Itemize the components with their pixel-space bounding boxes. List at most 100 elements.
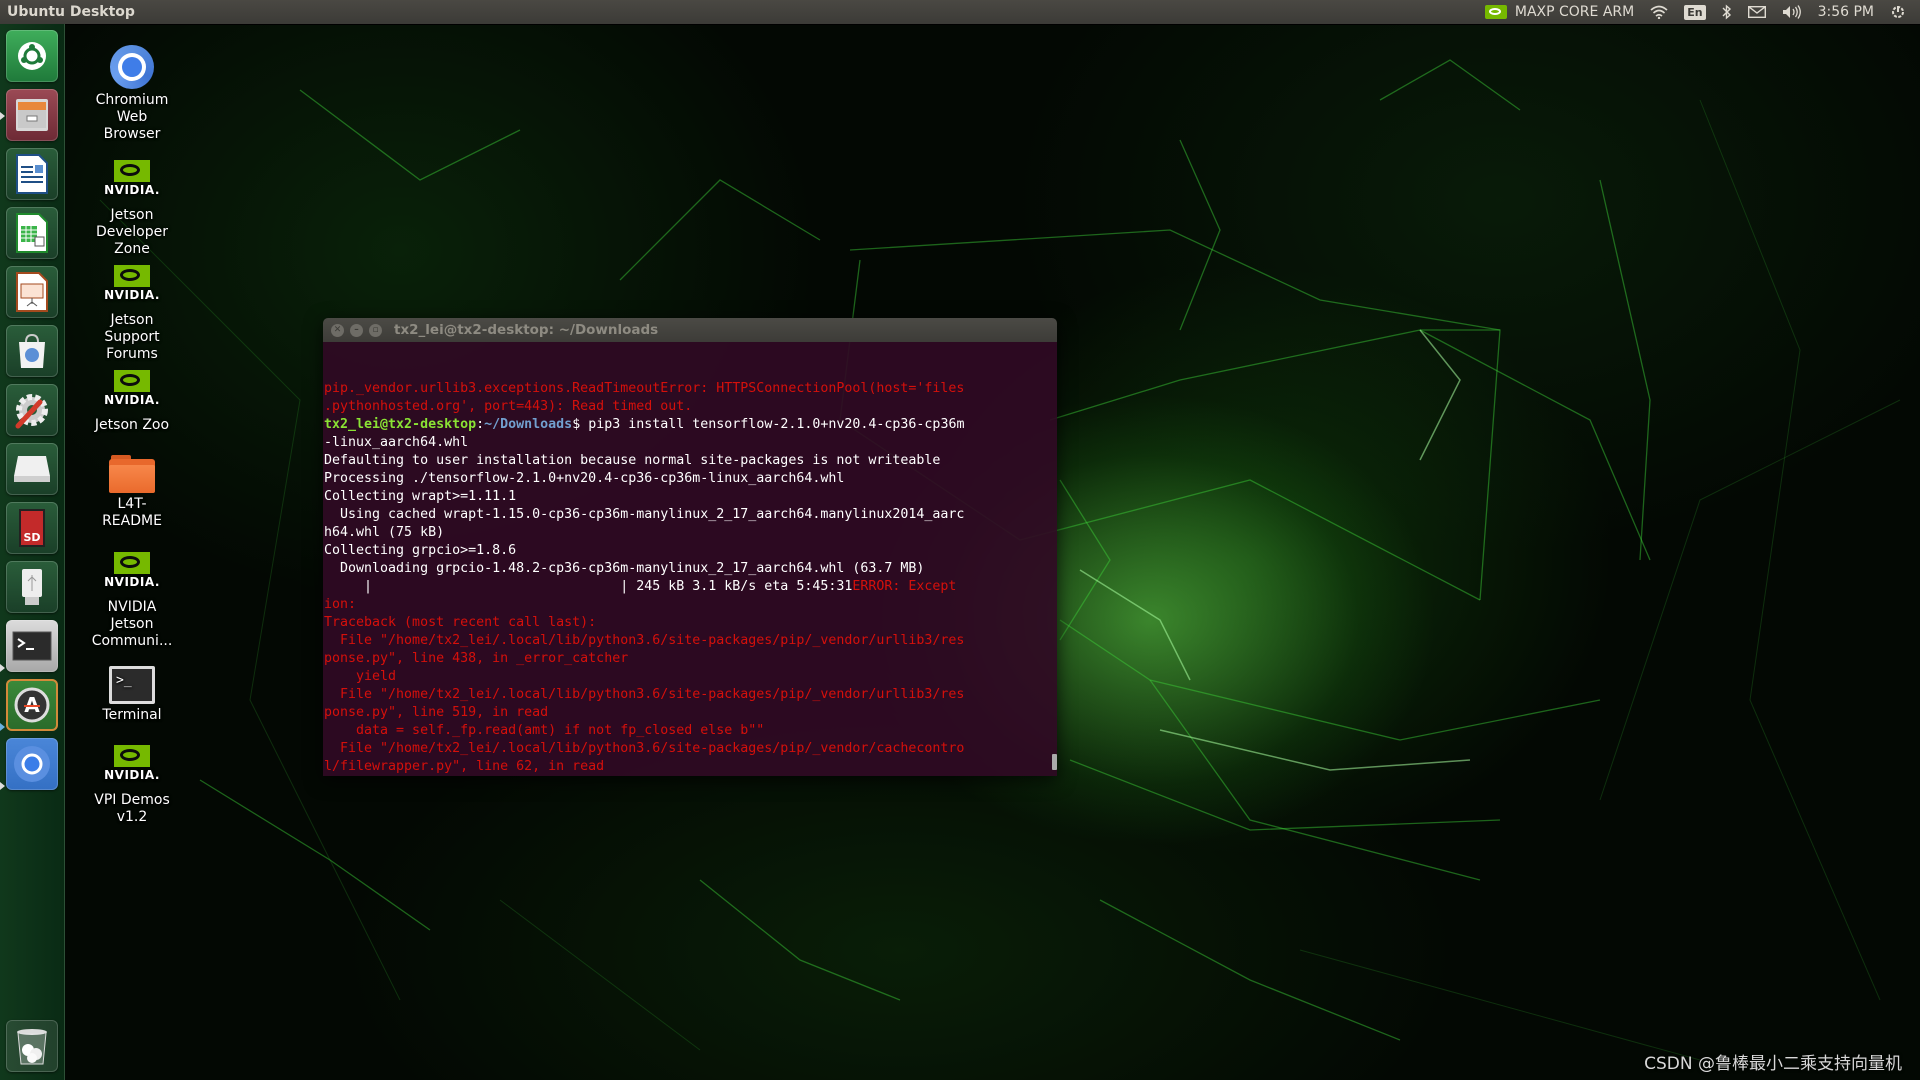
nvidia-icon: NVIDIA. bbox=[104, 552, 159, 596]
launcher-system-settings[interactable] bbox=[6, 384, 58, 436]
desktop-icon-label: README bbox=[102, 513, 162, 529]
shopping-bag-icon bbox=[19, 333, 45, 368]
download-progress-text: | | 245 kB 3.1 kB/s eta 5:45:31 bbox=[324, 579, 853, 594]
nvidia-icon bbox=[1484, 5, 1507, 19]
volume-icon bbox=[1782, 5, 1801, 19]
terminal-output[interactable]: pip._vendor.urllib3.exceptions.ReadTimeo… bbox=[323, 342, 1057, 776]
network-indicator[interactable] bbox=[1642, 0, 1676, 24]
clock: 3:56 PM bbox=[1817, 4, 1874, 20]
running-indicator bbox=[0, 112, 5, 120]
running-indicator bbox=[0, 782, 5, 790]
power-mode-label: MAXP CORE ARM bbox=[1514, 4, 1635, 20]
error-text: ERROR: Except bbox=[852, 579, 957, 594]
launcher-chromium[interactable] bbox=[6, 738, 58, 790]
terminal-scrollbar[interactable] bbox=[1052, 754, 1057, 770]
terminal-line: Defaulting to user installation because … bbox=[324, 453, 941, 468]
calc-spreadsheet-icon bbox=[16, 213, 48, 253]
nvidia-power-mode-indicator[interactable]: MAXP CORE ARM bbox=[1477, 0, 1642, 24]
launcher-ubuntu-software[interactable] bbox=[6, 325, 58, 377]
desktop-icon-label: NVIDIA bbox=[107, 599, 157, 615]
terminal-line: Traceback (most recent call last): bbox=[324, 615, 597, 630]
launcher-drive[interactable] bbox=[6, 443, 58, 495]
launcher-usb-drive[interactable] bbox=[6, 561, 58, 613]
impress-presentation-icon bbox=[16, 272, 48, 312]
desktop-icon-terminal[interactable]: >_ Terminal bbox=[80, 666, 184, 724]
terminal-line: Collecting wrapt>=1.11.1 bbox=[324, 489, 517, 504]
system-tray: MAXP CORE ARM En 3:56 PM bbox=[1477, 0, 1914, 24]
desktop-icon-jetson-zoo[interactable]: NVIDIA. Jetson Zoo bbox=[80, 370, 184, 434]
active-window-title: Ubuntu Desktop bbox=[7, 4, 135, 20]
launcher-terminal[interactable] bbox=[6, 620, 58, 672]
ubuntu-logo-icon bbox=[18, 42, 46, 70]
session-menu[interactable] bbox=[1882, 0, 1914, 24]
desktop-icon-label: Forums bbox=[106, 346, 158, 362]
wifi-icon bbox=[1650, 5, 1668, 19]
close-button[interactable]: ✕ bbox=[331, 323, 344, 337]
desktop-icon-label: v1.2 bbox=[116, 809, 148, 825]
desktop-icon-label: Jetson bbox=[110, 616, 154, 632]
launcher-files[interactable] bbox=[6, 89, 58, 141]
writer-document-icon bbox=[16, 154, 48, 194]
keyboard-layout-icon: En bbox=[1684, 4, 1706, 20]
terminal-window[interactable]: ✕ – ▫ tx2_lei@tx2-desktop: ~/Downloads p… bbox=[323, 318, 1057, 776]
terminal-titlebar[interactable]: ✕ – ▫ tx2_lei@tx2-desktop: ~/Downloads bbox=[323, 318, 1057, 342]
desktop-icon-vpi-demos[interactable]: NVIDIA. VPI Demos v1.2 bbox=[80, 745, 184, 826]
desktop-icon-label: Jetson bbox=[110, 207, 154, 223]
nvidia-icon: NVIDIA. bbox=[104, 160, 159, 204]
launcher-libreoffice-calc[interactable] bbox=[6, 207, 58, 259]
desktop-icon-label: Zone bbox=[114, 241, 150, 257]
minimize-button[interactable]: – bbox=[350, 323, 363, 337]
terminal-command: pip3 install tensorflow-2.1.0+nv20.4-cp3… bbox=[588, 417, 965, 432]
launcher-dash-home[interactable] bbox=[6, 30, 58, 82]
terminal-line: Downloading grpcio-1.48.2-cp36-cp36m-man… bbox=[324, 561, 925, 576]
trash-icon bbox=[17, 1029, 47, 1065]
terminal-line: yield bbox=[324, 669, 397, 684]
launcher-libreoffice-writer[interactable] bbox=[6, 148, 58, 200]
terminal-line: ponse.py", line 519, in read bbox=[324, 705, 549, 720]
clock-indicator[interactable]: 3:56 PM bbox=[1810, 0, 1882, 24]
messaging-indicator[interactable] bbox=[1740, 0, 1774, 24]
desktop-icon-label: Communi... bbox=[91, 633, 173, 649]
launcher-trash[interactable] bbox=[6, 1020, 58, 1072]
launcher-software-updater[interactable]: A bbox=[6, 679, 58, 731]
terminal-title: tx2_lei@tx2-desktop: ~/Downloads bbox=[394, 322, 659, 338]
settings-wrench-icon bbox=[15, 394, 48, 429]
terminal-line: .pythonhosted.org', port=443): Read time… bbox=[324, 399, 693, 414]
terminal-prompt-sep: : bbox=[476, 417, 485, 432]
keyboard-layout-indicator[interactable]: En bbox=[1676, 0, 1713, 24]
sound-indicator[interactable] bbox=[1774, 0, 1810, 24]
top-panel: Ubuntu Desktop MAXP CORE ARM En 3:56 PM bbox=[0, 0, 1920, 24]
desktop-icon-jetson-support-forums[interactable]: NVIDIA. Jetson Support Forums bbox=[80, 265, 184, 363]
terminal-icon: >_ bbox=[109, 666, 155, 704]
close-icon: ✕ bbox=[333, 324, 342, 335]
desktop-icon-label: Chromium bbox=[95, 92, 169, 108]
hard-drive-icon bbox=[14, 456, 50, 482]
desktop-icon-label: L4T- bbox=[117, 496, 147, 512]
nvidia-icon: NVIDIA. bbox=[104, 745, 159, 789]
sd-card-icon: SD bbox=[19, 509, 45, 547]
bluetooth-indicator[interactable] bbox=[1714, 0, 1740, 24]
desktop-icon-l4t-readme[interactable]: L4T- README bbox=[80, 455, 184, 530]
desktop-icon-label: Browser bbox=[103, 126, 161, 142]
unity-launcher: SD A bbox=[0, 24, 65, 1080]
file-cabinet-icon bbox=[16, 99, 48, 131]
desktop-icon-label: VPI Demos bbox=[94, 792, 170, 808]
maximize-button[interactable]: ▫ bbox=[369, 323, 382, 337]
terminal-prompt-symbol: $ bbox=[572, 417, 589, 432]
desktop-icon-label: Web bbox=[116, 109, 148, 125]
usb-icon bbox=[22, 569, 42, 605]
desktop-icon-chromium[interactable]: Chromium Web Browser bbox=[80, 45, 184, 143]
desktop-icon-jetson-community[interactable]: NVIDIA. NVIDIA Jetson Communi... bbox=[80, 552, 184, 650]
launcher-libreoffice-impress[interactable] bbox=[6, 266, 58, 318]
terminal-line: h64.whl (75 kB) bbox=[324, 525, 445, 540]
desktop-icon-label: Terminal bbox=[102, 707, 162, 723]
desktop-icon-label: Developer bbox=[95, 224, 168, 240]
watermark: CSDN @鲁棒最小二乘支持向量机 bbox=[1644, 1054, 1902, 1074]
launcher-sd-card[interactable]: SD bbox=[6, 502, 58, 554]
terminal-line: File "/home/tx2_lei/.local/lib/python3.6… bbox=[324, 633, 965, 648]
terminal-icon bbox=[12, 631, 52, 661]
desktop-icon-jetson-developer-zone[interactable]: NVIDIA. Jetson Developer Zone bbox=[80, 160, 184, 258]
desktop-icon-label: Support bbox=[104, 329, 160, 345]
terminal-line: -linux_aarch64.whl bbox=[324, 435, 469, 450]
nvidia-icon: NVIDIA. bbox=[104, 370, 159, 414]
